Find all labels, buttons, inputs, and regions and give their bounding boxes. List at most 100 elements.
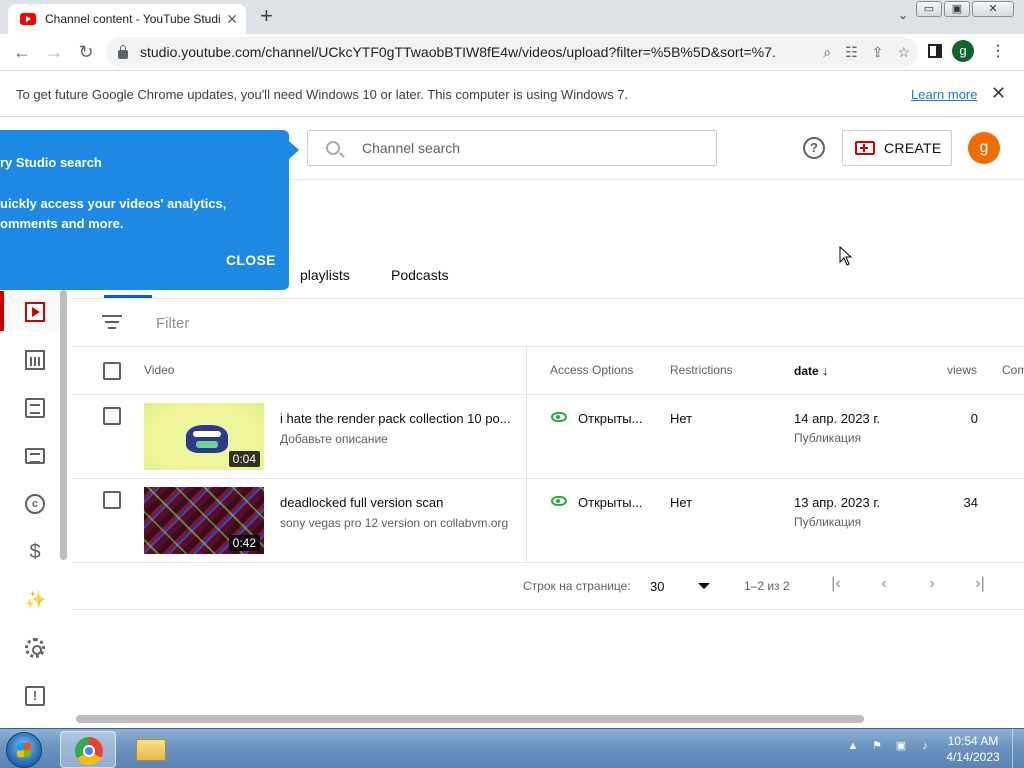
sidebar-item-content[interactable]	[0, 291, 60, 331]
back-arrow-icon[interactable]: ←	[6, 42, 38, 63]
restrictions-value: Нет	[670, 495, 693, 510]
reload-icon[interactable]: ↻	[70, 42, 102, 63]
close-window-button[interactable]: ✕	[972, 1, 1014, 17]
account-avatar[interactable]: g	[968, 132, 1000, 164]
infobar-message: To get future Google Chrome updates, you…	[16, 87, 629, 102]
sidebar-item-analytics[interactable]	[0, 339, 60, 379]
translate-icon[interactable]: ☷	[845, 44, 858, 61]
video-duration: 0:42	[228, 535, 260, 551]
public-eye-icon[interactable]	[551, 496, 567, 506]
system-tray: ▲ ⚑ ▣ ♪	[846, 739, 932, 753]
new-tab-button[interactable]: +	[260, 5, 273, 27]
create-label: CREATE	[884, 140, 942, 156]
start-button[interactable]	[6, 732, 42, 768]
tab-close-icon[interactable]: ✕	[226, 11, 238, 28]
visibility-value[interactable]: Открыты...	[578, 495, 642, 510]
url-text[interactable]: studio.youtube.com/channel/UCkcYTF0gTTwa…	[140, 44, 776, 60]
column-date[interactable]: date ↓	[794, 363, 829, 378]
taskbar-chrome-button[interactable]	[60, 731, 116, 768]
tooltip-body: uickly access your videos' analytics, om…	[0, 196, 227, 231]
clock-time: 10:54 AM	[947, 734, 999, 748]
sidebar-item-copyright[interactable]: c	[0, 483, 60, 523]
date-status: Публикация	[794, 431, 862, 445]
sort-arrow-down-icon: ↓	[822, 363, 829, 378]
volume-muted-icon[interactable]: ♪	[918, 739, 932, 753]
table-row[interactable]: 0:42 deadlocked full version scan sony v…	[72, 479, 1024, 563]
browser-tab[interactable]: Channel content - YouTube Studio ✕	[8, 4, 246, 34]
forward-arrow-icon[interactable]: →	[38, 42, 70, 63]
video-description: sony vegas pro 12 version on collabvm.or…	[280, 516, 509, 530]
create-button[interactable]: CREATE	[842, 130, 952, 166]
date-status: Публикация	[794, 515, 862, 529]
row-checkbox[interactable]	[103, 407, 121, 425]
taskbar-clock[interactable]: 10:54 AM 4/14/2023	[938, 733, 1008, 765]
side-panel-icon[interactable]	[928, 44, 942, 58]
chrome-profile-avatar[interactable]: g	[952, 40, 974, 62]
tab-title: Channel content - YouTube Studio	[45, 12, 221, 26]
sidebar-item-comments[interactable]	[0, 387, 60, 427]
window-controls: ▭ ▣ ✕	[916, 1, 1014, 17]
restore-button[interactable]: ▣	[944, 1, 970, 17]
infobar-close-icon[interactable]: ✕	[991, 83, 1006, 104]
first-page-icon[interactable]: |‹	[826, 575, 846, 593]
video-thumbnail[interactable]: 0:42	[144, 487, 264, 554]
lock-icon[interactable]	[118, 44, 128, 59]
minimize-button[interactable]: ▭	[916, 1, 942, 17]
next-page-icon[interactable]: ›	[922, 575, 942, 593]
channel-search-input[interactable]	[362, 140, 682, 156]
address-bar[interactable]: studio.youtube.com/channel/UCkcYTF0gTTwa…	[106, 37, 918, 67]
page-range: 1–2 из 2	[744, 579, 790, 593]
magic-wand-icon: ✨	[25, 590, 47, 609]
chrome-menu-icon[interactable]: ⋮	[990, 41, 1006, 61]
last-page-icon[interactable]: ›|	[970, 575, 990, 593]
dropdown-caret-icon[interactable]	[698, 583, 710, 589]
sidebar-item-settings[interactable]	[0, 627, 60, 667]
video-title[interactable]: deadlocked full version scan	[280, 495, 512, 510]
network-icon[interactable]: ▣	[894, 739, 908, 753]
filter-bar[interactable]: Filter	[72, 299, 1024, 347]
sidebar-scrollbar[interactable]	[60, 290, 67, 560]
tooltip-close-button[interactable]: CLOSE	[226, 252, 276, 268]
select-all-checkbox[interactable]	[103, 362, 121, 380]
search-page-icon[interactable]: ⌕	[823, 44, 831, 61]
sidebar-item-feedback[interactable]: !	[0, 675, 60, 715]
learn-more-link[interactable]: Learn more	[911, 87, 977, 102]
share-icon[interactable]: ⇪	[872, 44, 884, 61]
video-thumbnail[interactable]: 0:04	[144, 403, 264, 470]
video-title[interactable]: i hate the render pack collection 10 po.…	[280, 411, 512, 426]
video-duration: 0:04	[228, 451, 260, 467]
sidebar-item-subtitles[interactable]	[0, 435, 60, 475]
column-comments[interactable]: Com	[1002, 363, 1024, 377]
public-eye-icon[interactable]	[551, 412, 567, 422]
horizontal-scrollbar[interactable]	[76, 715, 864, 723]
show-desktop-button[interactable]	[1012, 729, 1024, 768]
previous-page-icon[interactable]: ‹	[874, 575, 894, 593]
windows-taskbar: ▲ ⚑ ▣ ♪ 10:54 AM 4/14/2023	[0, 728, 1024, 768]
date-value: 13 апр. 2023 г.	[794, 495, 881, 510]
sidebar-item-earn[interactable]: $	[0, 531, 60, 571]
table-row[interactable]: 0:04 i hate the render pack collection 1…	[72, 395, 1024, 479]
help-icon[interactable]: ?	[803, 137, 825, 159]
filter-icon[interactable]	[102, 315, 122, 331]
thumbnail-character	[186, 425, 228, 453]
sidebar-item-customization[interactable]: ✨	[0, 579, 60, 619]
analytics-icon	[25, 350, 45, 370]
search-icon	[326, 141, 340, 155]
update-infobar: To get future Google Chrome updates, you…	[0, 70, 1024, 117]
show-hidden-icons-icon[interactable]: ▲	[846, 739, 860, 753]
row-checkbox[interactable]	[103, 491, 121, 509]
visibility-value[interactable]: Открыты...	[578, 411, 642, 426]
date-value: 14 апр. 2023 г.	[794, 411, 881, 426]
tooltip-title: ry Studio search	[0, 155, 102, 170]
video-description: Добавьте описание	[280, 432, 388, 446]
action-center-flag-icon[interactable]: ⚑	[870, 739, 884, 753]
channel-search-box[interactable]	[307, 130, 717, 166]
column-views[interactable]: views	[947, 363, 977, 377]
feedback-icon: !	[25, 686, 45, 706]
bookmark-star-icon[interactable]: ☆	[897, 44, 910, 61]
restrictions-value: Нет	[670, 411, 693, 426]
taskbar-explorer-button[interactable]	[122, 731, 178, 768]
clock-date: 4/14/2023	[946, 750, 1000, 764]
tab-search-chevron-icon[interactable]: ⌄	[898, 8, 908, 22]
filter-input[interactable]: Filter	[156, 315, 189, 332]
